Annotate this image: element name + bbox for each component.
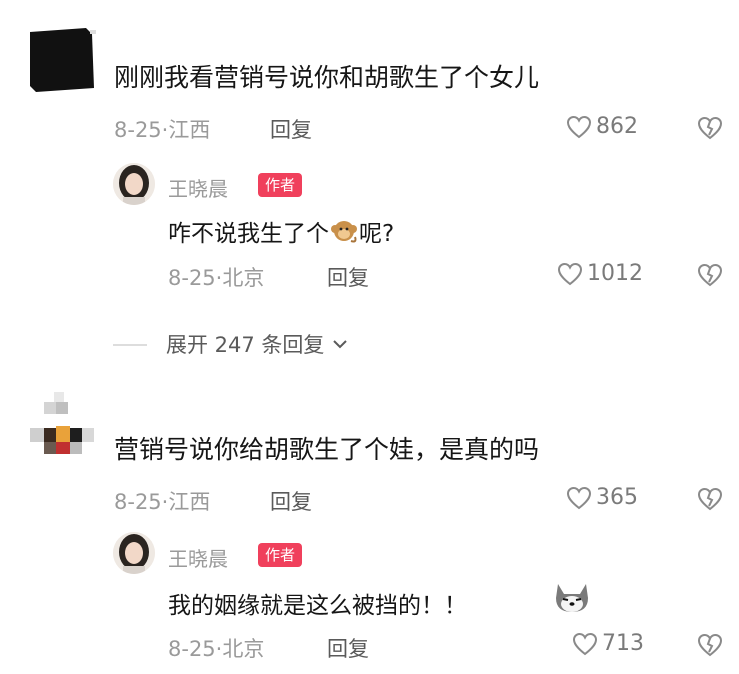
expand-replies-button[interactable]: 展开 247 条回复 <box>166 329 348 359</box>
broken-heart-icon <box>697 263 723 287</box>
dislike-button[interactable] <box>697 263 723 287</box>
author-avatar[interactable] <box>113 163 155 205</box>
user-avatar-pixelated[interactable] <box>30 392 98 460</box>
broken-heart-icon <box>697 633 723 657</box>
expand-divider <box>113 344 147 346</box>
dog-emoji <box>552 580 592 620</box>
comment-text: 营销号说你给胡歌生了个娃，是真的吗 <box>114 435 540 464</box>
author-name[interactable]: 王晓晨 <box>168 173 228 202</box>
heart-outline-icon <box>557 262 583 285</box>
broken-heart-icon <box>697 487 723 511</box>
expand-replies-label: 展开 247 条回复 <box>166 333 325 357</box>
user-avatar-pixelated[interactable] <box>30 28 98 96</box>
like-count: 365 <box>596 485 638 510</box>
heart-outline-icon <box>566 115 592 138</box>
author-badge: 作者 <box>258 173 303 197</box>
reply-button[interactable]: 回复 <box>270 486 312 516</box>
chevron-down-icon <box>333 340 348 349</box>
like-count: 713 <box>602 631 644 656</box>
heart-outline-icon <box>566 486 592 509</box>
like-button[interactable]: 1012 <box>557 261 643 286</box>
author-name[interactable]: 王晓晨 <box>168 543 228 572</box>
reply-button[interactable]: 回复 <box>327 262 369 292</box>
reply-text: 我的姻缘就是这么被挡的！！ <box>168 593 467 619</box>
reply-date-location: 8-25·北京 <box>168 266 265 290</box>
like-count: 862 <box>596 114 638 139</box>
dislike-button[interactable] <box>697 487 723 511</box>
reply-text: 咋不说我生了个 呢? <box>168 214 394 253</box>
comment-date-location: 8-25·江西 <box>114 490 211 514</box>
reply-button[interactable]: 回复 <box>270 114 312 144</box>
author-badge: 作者 <box>258 543 303 567</box>
broken-heart-icon <box>697 116 723 140</box>
dislike-button[interactable] <box>697 116 723 140</box>
reply-button[interactable]: 回复 <box>327 633 369 663</box>
like-count: 1012 <box>587 261 643 286</box>
heart-outline-icon <box>572 632 598 655</box>
monkey-emoji <box>329 217 359 253</box>
comment-date-location: 8-25·江西 <box>114 118 211 142</box>
dislike-button[interactable] <box>697 633 723 657</box>
like-button[interactable]: 862 <box>566 114 638 139</box>
like-button[interactable]: 365 <box>566 485 638 510</box>
author-avatar[interactable] <box>113 532 155 574</box>
like-button[interactable]: 713 <box>572 631 644 656</box>
comment-text: 刚刚我看营销号说你和胡歌生了个女儿 <box>114 63 540 92</box>
reply-date-location: 8-25·北京 <box>168 637 265 661</box>
